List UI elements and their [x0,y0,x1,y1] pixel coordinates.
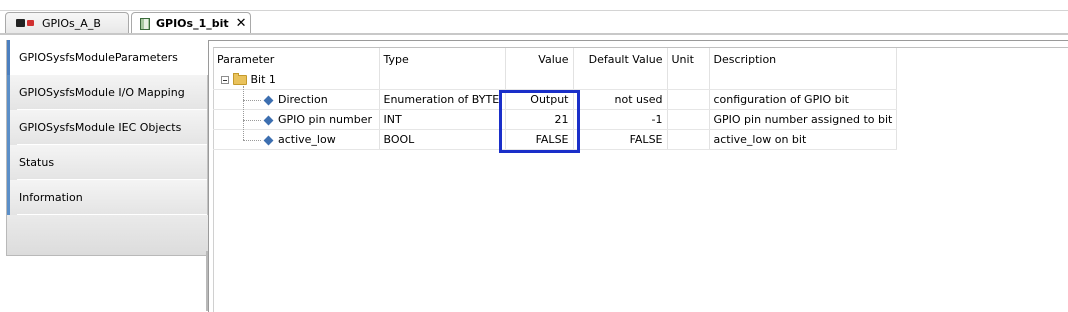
unit-cell [667,109,710,130]
tree-guide-line [243,86,244,140]
type-cell: Enumeration of BYTE [379,89,506,110]
group-label: Bit 1 [250,73,276,86]
group-cell: Bit 1 [213,70,380,90]
document-tab-strip: GPIOs_A_B GPIOs_1_bit ✕ [0,0,1068,36]
nav-accent-bar [7,40,10,75]
table-cell [667,70,710,90]
unit-cell [667,129,710,150]
column-header-default-value[interactable]: Default Value [573,48,668,70]
nav-item-label: GPIOSysfsModule IEC Objects [19,121,182,134]
nav-item-module-parameters[interactable]: GPIOSysfsModuleParameters [7,40,211,75]
nav-item-status[interactable]: Status [7,145,208,180]
value-cell[interactable]: FALSE [505,129,574,150]
tab-underline [0,33,1068,35]
tab-strip-divider [0,10,1068,11]
nav-accent-bar [7,180,10,215]
column-header-value[interactable]: Value [505,48,574,70]
close-tab-icon[interactable]: ✕ [236,17,247,30]
parameter-name: Direction [278,93,328,106]
tree-connector [243,139,261,141]
module-icon [140,17,150,30]
default-value-cell: FALSE [573,129,668,150]
parameter-name: GPIO pin number [278,113,372,126]
description-cell: active_low on bit [709,129,898,150]
table-group-row[interactable]: Bit 1 [213,70,898,90]
nav-item-label: Information [19,191,83,204]
type-cell: INT [379,109,506,130]
unit-cell [667,89,710,110]
description-cell: GPIO pin number assigned to bit [709,109,898,130]
nav-item-label: Status [19,156,55,169]
nav-accent-bar [7,110,10,145]
column-header-parameter[interactable]: Parameter [213,48,380,70]
tab-label: GPIOs_A_B [42,16,101,30]
parameter-icon [263,135,274,145]
tree-connector [243,99,261,101]
parameter-cell: GPIO pin number [213,109,380,130]
column-header-type[interactable]: Type [379,48,506,70]
parameter-name: active_low [278,133,336,146]
nav-item-label: GPIOSysfsModule I/O Mapping [19,86,185,99]
parameter-table: Parameter Type Value Default Value Unit … [213,48,898,150]
nav-item-information[interactable]: Information [7,180,208,215]
tab-gpios-1-bit[interactable]: GPIOs_1_bit ✕ [131,12,251,34]
table-cell [379,70,506,90]
nav-empty-area [7,215,209,255]
table-row[interactable]: active_low BOOL FALSE FALSE active_low o… [213,129,898,150]
column-header-unit[interactable]: Unit [667,48,710,70]
table-row[interactable]: GPIO pin number INT 21 -1 GPIO pin numbe… [213,109,898,130]
default-value-cell: -1 [573,109,668,130]
nav-item-label: GPIOSysfsModuleParameters [19,51,178,64]
table-row[interactable]: Direction Enumeration of BYTE Output not… [213,89,898,110]
value-cell[interactable]: Output [505,89,574,110]
value-cell[interactable]: 21 [505,109,574,130]
table-cell [505,70,574,90]
device-icon [16,18,36,28]
tab-label: GPIOs_1_bit [156,17,229,30]
nav-accent-bar [7,145,10,180]
nav-item-io-mapping[interactable]: GPIOSysfsModule I/O Mapping [7,75,208,110]
default-value-cell: not used [573,89,668,110]
description-cell: configuration of GPIO bit [709,89,898,110]
nav-item-iec-objects[interactable]: GPIOSysfsModule IEC Objects [7,110,208,145]
parameter-cell: Direction [213,89,380,110]
collapse-toggle-icon[interactable] [221,76,229,84]
parameter-icon [263,95,274,105]
parameter-cell: active_low [213,129,380,150]
folder-icon [233,73,247,85]
editor-nav-panel: GPIOSysfsModuleParameters GPIOSysfsModul… [6,40,211,256]
parameter-icon [263,115,274,125]
table-header-row: Parameter Type Value Default Value Unit … [213,48,898,70]
column-header-description[interactable]: Description [709,48,898,70]
tab-gpios-a-b[interactable]: GPIOs_A_B [5,12,129,33]
nav-accent-bar [7,75,10,110]
type-cell: BOOL [379,129,506,150]
table-cell [709,70,898,90]
table-cell [573,70,668,90]
tree-connector [243,119,261,121]
